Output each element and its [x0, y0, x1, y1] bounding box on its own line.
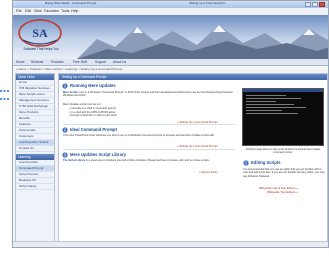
text-editors-link[interactable]: Wikipedia: Text Editors »	[267, 190, 298, 194]
screenshot-titlebar	[243, 89, 323, 92]
top-navigation: Home Services Products Free Stuff Suppor…	[13, 59, 328, 66]
nav-home[interactable]: Home	[16, 60, 25, 64]
script-library-label: The Script Library	[63, 159, 86, 162]
sidebar: Quick Links Home ITM Migration Services …	[15, 73, 55, 245]
title-bar: Rising Web Media - Command Prompt Settin…	[13, 1, 328, 8]
nav-about-us[interactable]: About Us	[113, 60, 126, 64]
site-header: SA Software That Helps You	[13, 15, 328, 59]
nav-free-stuff[interactable]: Free Stuff	[73, 60, 87, 64]
screenshot-line	[246, 104, 294, 105]
section-title-library: Mere Updates Script Library	[70, 152, 126, 157]
section-title-running: Running Mere Updates	[70, 83, 116, 88]
info-icon	[243, 160, 249, 166]
company-logo[interactable]: SA	[17, 18, 63, 49]
menu-file[interactable]: File	[16, 9, 22, 13]
screenshot-line	[246, 95, 286, 96]
browser-window: Rising Web Media - Command Prompt Settin…	[12, 0, 329, 248]
menu-help[interactable]: Help	[71, 9, 78, 13]
breadcrumb: » Home > Products > Mere Scripts > Learn…	[13, 66, 328, 73]
mountain-banner	[77, 25, 328, 59]
window-controls	[305, 2, 325, 7]
section-editing-para: It is recommended that you use an editor…	[243, 168, 325, 178]
menu-tools[interactable]: Tools	[61, 9, 69, 13]
main-header: Setting Up a Command Prompt	[59, 74, 327, 80]
status-bar	[13, 241, 328, 247]
screenshot-caption: Click the image above to open a bar wind…	[245, 148, 321, 154]
sidebar-item[interactable]: Contact Us	[16, 146, 54, 152]
dashed-arrow-icon	[0, 90, 10, 100]
nav-products[interactable]: Products	[51, 60, 64, 64]
menu-edit[interactable]: Edit	[25, 9, 31, 13]
breadcrumb-text[interactable]: » Home > Products > Mere Scripts > Learn…	[16, 67, 122, 71]
main-content: Setting Up a Command Prompt Running Mere…	[58, 73, 328, 245]
screenshot-line	[246, 98, 301, 99]
section-title-editing: Editing Scripts	[251, 160, 281, 165]
svg-text:SA: SA	[32, 26, 48, 40]
section-ideal-para: This short PowerPoint show will show you…	[63, 134, 215, 137]
menu-favorites[interactable]: Favorites	[44, 9, 59, 13]
info-icon	[62, 127, 68, 133]
nav-services[interactable]: Services	[31, 60, 43, 64]
minimize-button[interactable]	[305, 2, 311, 7]
section-running-para2: Mere Updates scripts can be run:	[63, 103, 102, 106]
close-button[interactable]	[319, 2, 325, 7]
ideal-command-prompt-link[interactable]: » Setting up a Command Prompt	[177, 144, 218, 148]
screenshot-line	[246, 101, 276, 102]
logo-tagline: Software That Helps You	[23, 47, 59, 51]
section-running-para: Mere Scripts runs in a Windows "Command …	[63, 91, 234, 98]
sidebar-item[interactable]: Script Library	[16, 184, 54, 190]
window-title: Rising Web Media - Command Prompt	[45, 1, 97, 5]
screenshot-line	[246, 113, 298, 114]
browser-tab[interactable]: Setting up a Command Pro...	[189, 1, 228, 5]
screenshot-line	[246, 110, 282, 111]
command-prompt-screenshot[interactable]	[242, 88, 324, 146]
menu-view[interactable]: View	[34, 9, 42, 13]
section-title-ideal: Ideal Command Prompt	[70, 127, 117, 132]
screenshot-line	[246, 107, 306, 108]
divider	[63, 149, 235, 150]
nav-support[interactable]: Support	[95, 60, 106, 64]
divider	[63, 124, 235, 125]
section-library-para: The Script Library is a great way to int…	[63, 159, 210, 162]
maximize-button[interactable]	[312, 2, 318, 7]
bullet-item: • through a batch file or shell or perl …	[69, 114, 117, 117]
info-icon	[62, 152, 68, 158]
script-library-link[interactable]: » Script Library	[199, 170, 218, 174]
info-icon	[62, 83, 68, 89]
